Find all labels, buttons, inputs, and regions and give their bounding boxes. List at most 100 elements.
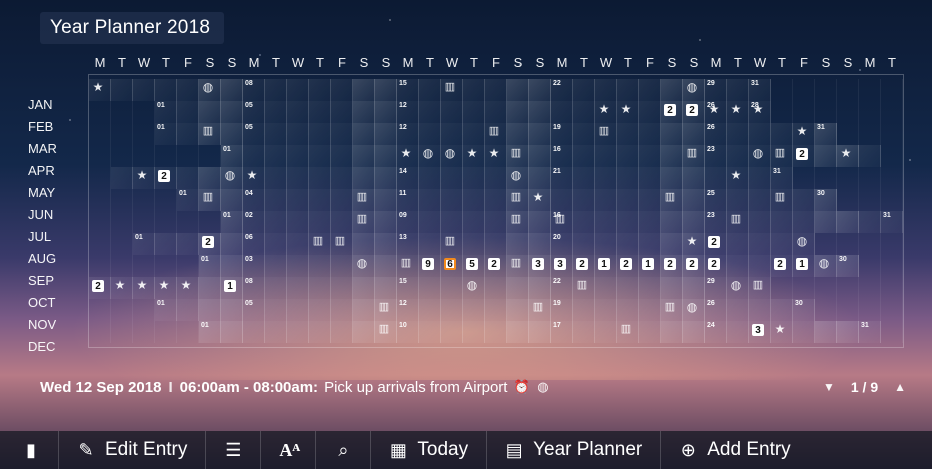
day-cell[interactable]: ▥ [485, 123, 507, 145]
year-grid[interactable]: MTWTFSSMTWTFSSMTWTFSSMTWTFSSMTWTFSSMT ★ ◍… [88, 55, 904, 348]
day-cell[interactable] [463, 211, 485, 233]
day-cell[interactable]: ★ [727, 101, 749, 123]
day-cell[interactable] [881, 101, 903, 123]
day-cell[interactable] [507, 321, 529, 343]
day-cell[interactable] [353, 233, 375, 255]
day-cell[interactable]: 12 [397, 299, 419, 321]
day-cell[interactable] [331, 255, 353, 277]
day-cell[interactable] [485, 211, 507, 233]
day-cell[interactable]: 01 [221, 211, 243, 233]
day-cell[interactable]: 29 [705, 277, 727, 299]
day-cell[interactable]: ◍ [441, 145, 463, 167]
day-cell[interactable] [661, 277, 683, 299]
day-cell[interactable]: 05 [243, 123, 265, 145]
day-cell[interactable] [727, 233, 749, 255]
day-cell[interactable] [177, 145, 199, 167]
day-cell[interactable] [419, 101, 441, 123]
day-cell[interactable] [771, 101, 793, 123]
day-cell[interactable] [573, 79, 595, 101]
day-cell[interactable]: ★ [243, 167, 265, 189]
day-cell[interactable]: 06 [243, 233, 265, 255]
day-cell[interactable]: 2 [155, 167, 177, 189]
today-button[interactable]: ▦ Today [370, 431, 486, 469]
day-cell[interactable]: 2 [199, 233, 221, 255]
day-cell[interactable] [815, 79, 837, 101]
day-cell[interactable] [507, 299, 529, 321]
day-cell[interactable] [441, 321, 463, 343]
day-cell[interactable] [419, 299, 441, 321]
day-cell[interactable] [639, 321, 661, 343]
day-cell[interactable] [595, 145, 617, 167]
day-cell[interactable] [287, 321, 309, 343]
day-cell[interactable]: 05 [243, 299, 265, 321]
day-cell[interactable] [551, 189, 573, 211]
day-cell[interactable] [441, 189, 463, 211]
day-cell[interactable] [419, 123, 441, 145]
day-cell[interactable] [221, 123, 243, 145]
day-cell[interactable]: ★ [617, 101, 639, 123]
day-cell[interactable] [133, 255, 155, 277]
day-cell[interactable] [309, 189, 331, 211]
day-cell[interactable]: ◍ [221, 167, 243, 189]
day-cell[interactable] [375, 79, 397, 101]
day-cell[interactable]: 31 [771, 167, 793, 189]
day-cell[interactable] [749, 189, 771, 211]
day-cell[interactable] [815, 211, 837, 233]
day-cell[interactable]: 23 [705, 145, 727, 167]
day-cell[interactable]: ★ [397, 145, 419, 167]
day-cell[interactable]: 2 [683, 255, 705, 277]
day-cell[interactable] [485, 299, 507, 321]
day-cell[interactable] [353, 123, 375, 145]
day-cell[interactable]: ◍ [683, 79, 705, 101]
day-cell[interactable] [595, 79, 617, 101]
day-cell[interactable]: ▥ [595, 123, 617, 145]
day-cell[interactable] [309, 145, 331, 167]
day-cell[interactable] [793, 277, 815, 299]
day-cell[interactable] [683, 167, 705, 189]
day-cell[interactable] [529, 101, 551, 123]
day-cell[interactable] [595, 321, 617, 343]
day-cell[interactable] [419, 189, 441, 211]
day-cell[interactable] [573, 101, 595, 123]
day-cell[interactable] [375, 255, 397, 277]
day-cell[interactable]: ★ [683, 233, 705, 255]
day-cell[interactable] [815, 277, 837, 299]
day-cell[interactable] [683, 123, 705, 145]
day-cell[interactable] [485, 277, 507, 299]
day-cell[interactable] [265, 211, 287, 233]
day-cell[interactable] [177, 79, 199, 101]
day-cell[interactable] [595, 277, 617, 299]
day-cell[interactable] [463, 321, 485, 343]
day-cell[interactable] [265, 79, 287, 101]
day-cell[interactable] [155, 79, 177, 101]
day-cell[interactable] [111, 255, 133, 277]
day-cell[interactable] [793, 167, 815, 189]
day-cell[interactable] [485, 189, 507, 211]
day-cell[interactable]: ▥ [397, 255, 419, 277]
day-cell[interactable] [573, 233, 595, 255]
day-cell[interactable]: 2 [771, 255, 793, 277]
day-cell[interactable]: ★ [111, 277, 133, 299]
day-cell[interactable]: 02 [243, 211, 265, 233]
day-cell[interactable] [441, 167, 463, 189]
day-cell[interactable] [463, 189, 485, 211]
day-cell[interactable]: 03 [243, 255, 265, 277]
day-cell[interactable] [639, 123, 661, 145]
day-cell[interactable] [199, 299, 221, 321]
day-cell[interactable]: ▥ [353, 189, 375, 211]
day-cell[interactable]: ▥ [617, 321, 639, 343]
list-view-button[interactable]: ☰ [205, 431, 260, 469]
day-cell[interactable] [771, 79, 793, 101]
day-cell[interactable] [573, 321, 595, 343]
day-cell[interactable] [507, 277, 529, 299]
day-cell[interactable] [375, 277, 397, 299]
day-cell[interactable] [287, 299, 309, 321]
day-cell[interactable] [771, 299, 793, 321]
day-cell[interactable]: 2 [705, 255, 727, 277]
day-cell[interactable] [419, 167, 441, 189]
day-cell[interactable] [573, 189, 595, 211]
day-cell[interactable] [815, 321, 837, 343]
day-cell[interactable]: ★ [133, 277, 155, 299]
day-cell[interactable] [793, 321, 815, 343]
day-cell[interactable] [507, 233, 529, 255]
